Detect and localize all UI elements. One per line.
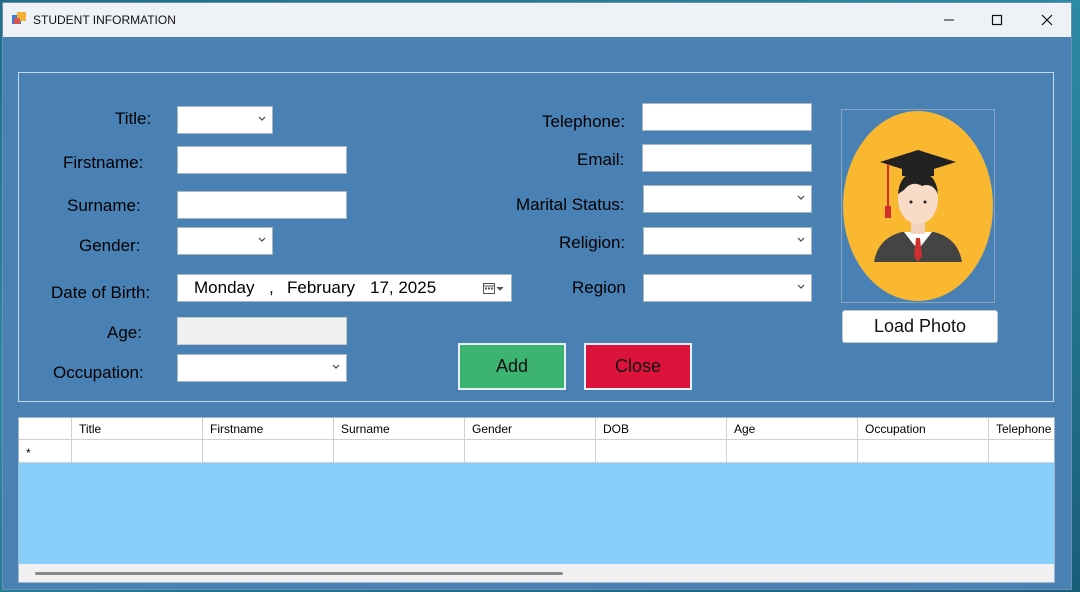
- column-header-age[interactable]: Age: [727, 418, 858, 440]
- grid-header-row: Title Firstname Surname Gender DOB Age O…: [19, 418, 1054, 440]
- table-row[interactable]: *: [19, 440, 1054, 463]
- table-cell[interactable]: [203, 440, 334, 463]
- scrollbar-thumb[interactable]: [35, 572, 563, 575]
- surname-input[interactable]: [177, 191, 347, 219]
- religion-select[interactable]: [643, 227, 812, 255]
- dob-comma: ,: [269, 278, 274, 297]
- telephone-label: Telephone:: [542, 112, 626, 131]
- minimize-icon: [944, 19, 954, 21]
- graduate-avatar-icon: [843, 111, 993, 301]
- chevron-down-icon: [258, 116, 266, 121]
- dob-label: Date of Birth:: [51, 283, 151, 302]
- chevron-down-icon: [332, 364, 340, 369]
- gender-select[interactable]: [177, 227, 273, 255]
- email-input[interactable]: [642, 144, 812, 172]
- app-icon: [12, 12, 26, 24]
- gender-label: Gender:: [79, 236, 141, 255]
- religion-label: Religion:: [559, 233, 626, 252]
- table-cell[interactable]: [596, 440, 727, 463]
- minimize-button[interactable]: [925, 3, 973, 37]
- close-window-button[interactable]: [1023, 3, 1071, 37]
- table-cell[interactable]: [465, 440, 596, 463]
- column-header-dob[interactable]: DOB: [596, 418, 727, 440]
- dob-month: February: [287, 278, 356, 297]
- calendar-icon[interactable]: [483, 282, 505, 295]
- firstname-label: Firstname:: [63, 153, 144, 172]
- new-row-marker[interactable]: *: [19, 440, 72, 463]
- telephone-input[interactable]: [642, 103, 812, 131]
- table-cell[interactable]: [727, 440, 858, 463]
- chevron-down-icon: [797, 284, 805, 289]
- table-cell[interactable]: [989, 440, 1054, 463]
- column-header-surname[interactable]: Surname: [334, 418, 465, 440]
- column-header-occupation[interactable]: Occupation: [858, 418, 989, 440]
- column-header-telephone[interactable]: Telephone: [989, 418, 1054, 440]
- email-label: Email:: [577, 150, 625, 169]
- row-header-corner: [19, 418, 72, 440]
- student-data-grid[interactable]: Title Firstname Surname Gender DOB Age O…: [18, 417, 1055, 583]
- close-icon: [1041, 14, 1053, 26]
- photo-box: [841, 109, 995, 303]
- student-information-window: STUDENT INFORMATION Title: Firstname: Su…: [2, 2, 1072, 590]
- region-select[interactable]: [643, 274, 812, 302]
- firstname-input[interactable]: [177, 146, 347, 174]
- column-header-gender[interactable]: Gender: [465, 418, 596, 440]
- marital-status-select[interactable]: [643, 185, 812, 213]
- maximize-button[interactable]: [973, 3, 1021, 37]
- window-title: STUDENT INFORMATION: [33, 13, 176, 27]
- maximize-icon: [991, 14, 1003, 26]
- load-photo-button[interactable]: Load Photo: [842, 310, 998, 343]
- add-button[interactable]: Add: [458, 343, 566, 390]
- horizontal-scrollbar[interactable]: [19, 564, 1054, 582]
- age-input: [177, 317, 347, 345]
- chevron-down-icon: [258, 237, 266, 242]
- occupation-select[interactable]: [177, 354, 347, 382]
- table-cell[interactable]: [72, 440, 203, 463]
- title-bar: STUDENT INFORMATION: [3, 3, 1071, 37]
- chevron-down-icon: [797, 237, 805, 242]
- marital-status-label: Marital Status:: [516, 195, 625, 214]
- chevron-down-icon: [797, 195, 805, 200]
- region-label: Region: [572, 278, 626, 297]
- occupation-label: Occupation:: [53, 363, 144, 382]
- table-cell[interactable]: [334, 440, 465, 463]
- close-button[interactable]: Close: [584, 343, 692, 390]
- title-label: Title:: [115, 109, 152, 128]
- dob-day: Monday: [194, 278, 255, 297]
- column-header-firstname[interactable]: Firstname: [203, 418, 334, 440]
- column-header-title[interactable]: Title: [72, 418, 203, 440]
- date-of-birth-picker[interactable]: Monday , February 17, 2025: [177, 274, 512, 302]
- dob-date: 17, 2025: [370, 278, 437, 297]
- table-cell[interactable]: [858, 440, 989, 463]
- title-select[interactable]: [177, 106, 273, 134]
- age-label: Age:: [107, 323, 142, 342]
- surname-label: Surname:: [67, 196, 141, 215]
